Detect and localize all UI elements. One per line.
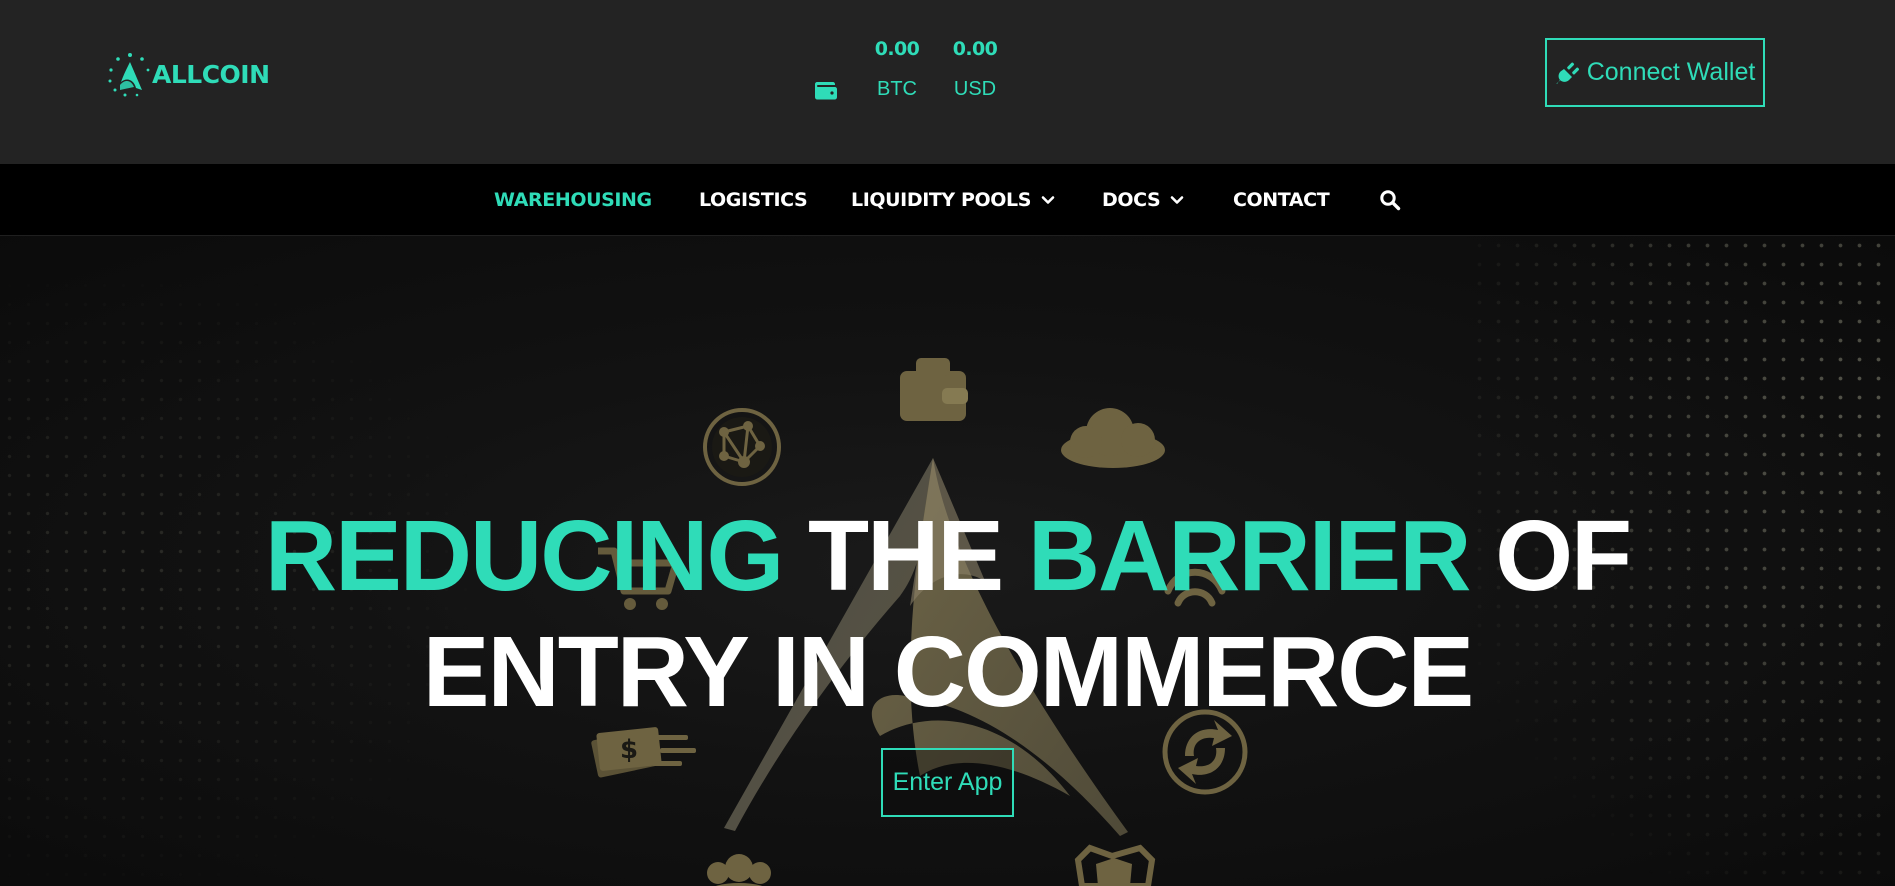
- svg-text:$: $: [620, 735, 638, 765]
- headline-word-barrier: BARRIER: [1027, 500, 1472, 612]
- hero-headline: REDUCING THE BARRIER OF ENTRY IN COMMERC…: [0, 498, 1895, 730]
- connect-wallet-button[interactable]: Connect Wallet: [1545, 38, 1765, 107]
- chevron-down-icon: [1171, 196, 1184, 204]
- nav-item-label: LIQUIDITY POOLS: [851, 189, 1032, 211]
- money-icon: $: [591, 727, 696, 778]
- enter-app-label: Enter App: [892, 768, 1003, 796]
- wallet-icon: [900, 358, 968, 421]
- network-globe-icon: [703, 408, 781, 486]
- headline-word-reducing: REDUCING: [264, 500, 784, 612]
- top-header: ALLCOIN 0.00 BTC 0.00 USD Connect Wallet: [0, 0, 1895, 164]
- headline-word-the: THE: [808, 500, 1004, 612]
- btc-amount: 0.00: [874, 38, 920, 60]
- nav-item-contact[interactable]: CONTACT: [1233, 164, 1330, 236]
- usd-balance: 0.00 USD: [950, 38, 1000, 101]
- enter-app-button[interactable]: Enter App: [881, 748, 1014, 817]
- logo-icon: [108, 53, 150, 97]
- brand-name: ALLCOIN: [152, 59, 270, 89]
- wallet-icon: [815, 82, 837, 100]
- usd-unit: USD: [953, 78, 997, 100]
- nav-item-label: LOGISTICS: [699, 189, 808, 211]
- shield-icon: [1074, 844, 1156, 886]
- usd-amount: 0.00: [952, 38, 998, 60]
- search-icon[interactable]: [1379, 189, 1401, 211]
- hero-section: $ REDUCING THE BARRIER OF ENTRY IN COMME…: [0, 236, 1895, 886]
- headline-line-two: ENTRY IN COMMERCE: [422, 616, 1474, 728]
- connect-wallet-label: Connect Wallet: [1586, 58, 1756, 86]
- nav-item-label: CONTACT: [1233, 189, 1330, 211]
- nav-item-logistics[interactable]: LOGISTICS: [699, 164, 808, 236]
- chevron-down-icon: [1041, 196, 1055, 204]
- nav-item-label: DOCS: [1102, 189, 1161, 211]
- nav-item-docs[interactable]: DOCS: [1102, 164, 1184, 236]
- headline-word-of: OF: [1495, 500, 1632, 612]
- nav-item-label: WAREHOUSING: [494, 189, 652, 211]
- btc-balance: 0.00 BTC: [874, 38, 920, 101]
- btc-unit: BTC: [877, 78, 917, 100]
- plug-icon: [1556, 62, 1579, 84]
- brand-logo[interactable]: ALLCOIN: [106, 50, 270, 98]
- nav-item-liquidity-pools[interactable]: LIQUIDITY POOLS: [851, 164, 1055, 236]
- main-nav: WAREHOUSING LOGISTICS LIQUIDITY POOLS DO…: [0, 164, 1895, 236]
- people-group-icon: [707, 854, 771, 886]
- nav-item-warehousing[interactable]: WAREHOUSING: [494, 164, 652, 236]
- cloud-icon: [1061, 408, 1165, 468]
